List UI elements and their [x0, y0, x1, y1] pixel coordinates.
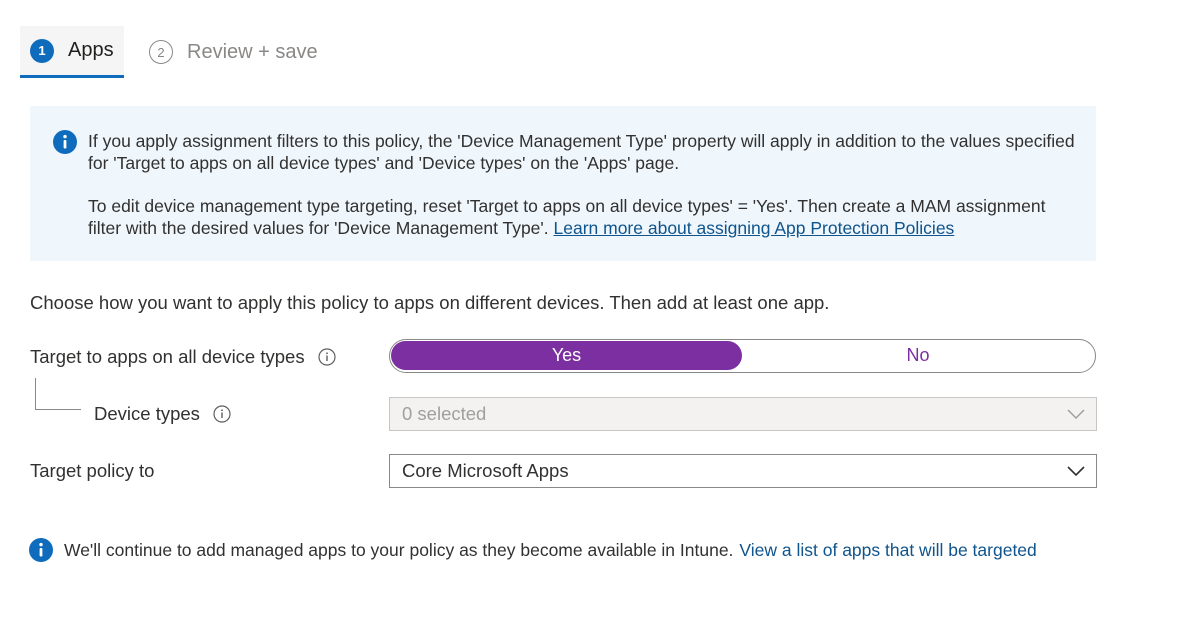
field-label: Target to apps on all device types	[30, 346, 305, 367]
step-review-save-tab[interactable]: 2 Review + save	[148, 26, 318, 78]
tree-connector	[35, 378, 81, 410]
target-policy-dropdown[interactable]: Core Microsoft Apps	[389, 454, 1097, 488]
dropdown-value: 0 selected	[402, 403, 487, 424]
chevron-down-icon	[1067, 466, 1085, 477]
step-label: Review + save	[187, 40, 318, 63]
note-text: We'll continue to add managed apps to yo…	[64, 539, 734, 560]
info-circle-icon[interactable]	[317, 348, 336, 366]
toggle-yes-option[interactable]: Yes	[391, 341, 742, 370]
banner-paragraph: If you apply assignment filters to this …	[88, 131, 1075, 173]
step-number-badge: 1	[30, 38, 54, 63]
intro-text: Choose how you want to apply this policy…	[30, 292, 830, 313]
info-banner: If you apply assignment filters to this …	[30, 106, 1096, 261]
info-icon	[53, 130, 77, 154]
device-types-label: Device types	[94, 403, 231, 425]
step-label: Apps	[68, 39, 114, 61]
apps-note: We'll continue to add managed apps to yo…	[29, 538, 1037, 562]
field-label: Device types	[94, 403, 200, 424]
info-icon	[29, 538, 53, 562]
info-circle-icon[interactable]	[213, 405, 231, 423]
dropdown-value: Core Microsoft Apps	[402, 460, 569, 481]
target-all-device-types-toggle: Yes No	[389, 339, 1096, 373]
step-apps-tab[interactable]: 1 Apps	[20, 26, 124, 78]
chevron-down-icon	[1067, 409, 1085, 420]
toggle-no-option[interactable]: No	[742, 341, 1094, 370]
device-types-dropdown: 0 selected	[389, 397, 1097, 431]
wizard-steps: 1 Apps 2 Review + save	[20, 26, 340, 78]
banner-text: If you apply assignment filters to this …	[88, 130, 1078, 239]
view-targeted-apps-link[interactable]: View a list of apps that will be targete…	[739, 540, 1036, 561]
field-label: Target policy to	[30, 460, 155, 481]
banner-paragraph: To edit device management type targeting…	[88, 195, 1078, 239]
step-number-badge: 2	[149, 40, 173, 64]
target-policy-label: Target policy to	[30, 460, 154, 482]
learn-more-link[interactable]: Learn more about assigning App Protectio…	[554, 218, 955, 238]
target-all-device-types-label: Target to apps on all device types	[30, 346, 336, 368]
